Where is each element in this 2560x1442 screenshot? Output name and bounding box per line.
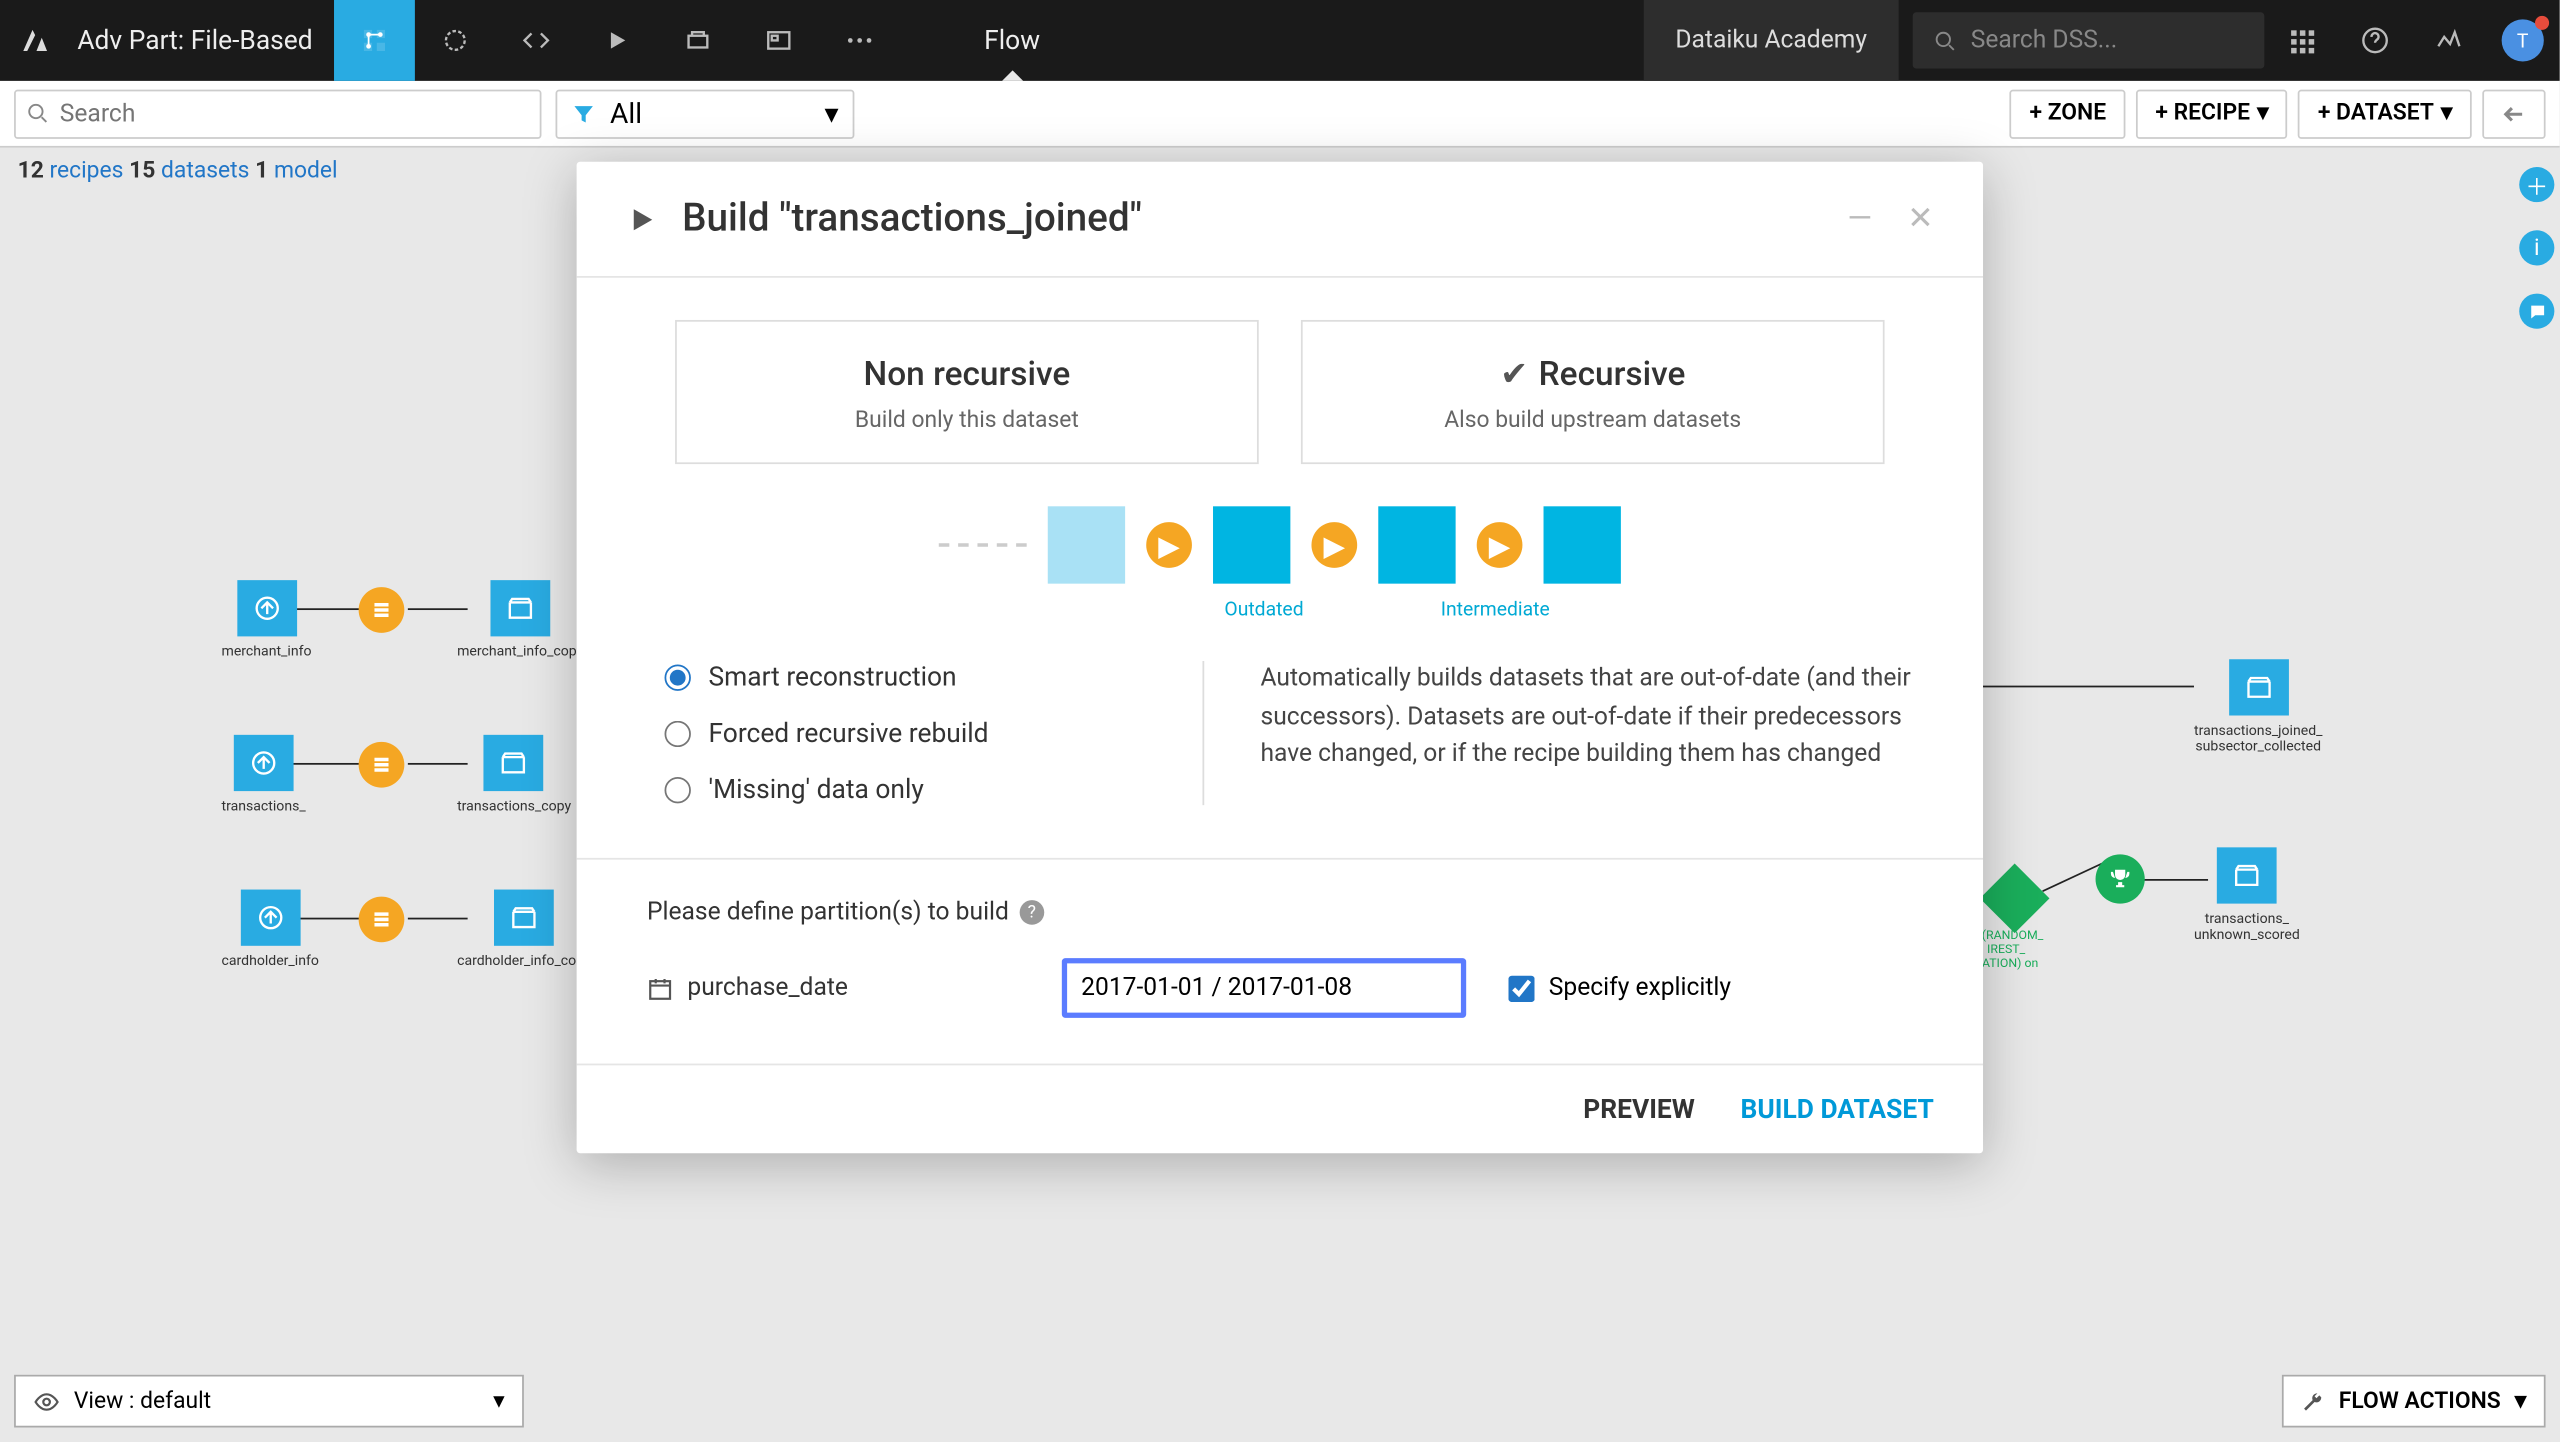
flow-actions-button[interactable]: FLOW ACTIONS ▾	[2283, 1375, 2546, 1428]
academy-button[interactable]: Dataiku Academy	[1644, 0, 1899, 81]
recipe-node[interactable]	[359, 742, 405, 788]
model-node[interactable]	[1980, 864, 2050, 934]
flow-toolbar: All ▾ + ZONE + RECIPE▾ + DATASET▾	[0, 81, 2560, 148]
mode-recursive[interactable]: ✔Recursive Also build upstream datasets	[1301, 320, 1885, 464]
close-icon[interactable]: ✕	[1907, 200, 1934, 237]
activity-icon[interactable]	[2412, 0, 2486, 81]
dataset-node[interactable]: transactions_joined_ subsector_collected	[2194, 659, 2322, 754]
chevron-down-icon: ▾	[2515, 1388, 2526, 1414]
wrench-icon	[2302, 1390, 2325, 1413]
dataset-node[interactable]: transactions_ unknown_scored	[2194, 847, 2300, 942]
app-logo[interactable]	[0, 25, 70, 57]
add-dataset-button[interactable]: + DATASET▾	[2298, 89, 2471, 138]
flow-search[interactable]	[14, 89, 541, 138]
radio-forced-rebuild[interactable]: Forced recursive rebuild	[665, 717, 1140, 749]
filter-label: All	[610, 97, 642, 130]
flow-search-input[interactable]	[60, 99, 529, 127]
specify-explicitly-checkbox[interactable]: Specify explicitly	[1508, 974, 1731, 1002]
dataset-node[interactable]: cardholder_info_copy	[457, 890, 591, 969]
view-select[interactable]: View : default ▾	[14, 1375, 524, 1428]
modal-title: Build "transactions_joined"	[682, 197, 1142, 241]
search-placeholder: Search DSS...	[1971, 26, 2118, 54]
build-dataset-button[interactable]: BUILD DATASET	[1741, 1093, 1934, 1125]
info-icon[interactable]: i	[2519, 230, 2554, 265]
build-modal: Build "transactions_joined" — ✕ Non recu…	[577, 162, 1983, 1154]
chat-icon[interactable]	[2519, 294, 2554, 329]
nav-flow-icon[interactable]	[334, 0, 415, 81]
project-name[interactable]: Adv Part: File-Based	[70, 25, 333, 57]
nav-stack-icon[interactable]	[657, 0, 738, 81]
add-recipe-button[interactable]: + RECIPE▾	[2136, 89, 2288, 138]
add-icon[interactable]: ＋	[2519, 167, 2554, 202]
filter-icon	[571, 101, 596, 126]
nav-dashboard-icon[interactable]	[738, 0, 819, 81]
nav-icon[interactable]	[415, 0, 496, 81]
chevron-down-icon: ▾	[824, 97, 838, 130]
nav-more-icon[interactable]	[819, 0, 900, 81]
play-icon	[626, 203, 658, 235]
partition-title: Please define partition(s) to build	[647, 898, 1009, 926]
global-search[interactable]: Search DSS...	[1913, 12, 2265, 68]
calendar-icon	[647, 975, 673, 1001]
top-nav-bar: Adv Part: File-Based Flow Dataiku Academ…	[0, 0, 2560, 81]
mode-non-recursive[interactable]: Non recursive Build only this dataset	[675, 320, 1259, 464]
chevron-down-icon: ▾	[493, 1388, 504, 1414]
help-icon[interactable]	[2338, 0, 2412, 81]
partition-value-input[interactable]	[1062, 958, 1466, 1018]
play-icon: ▶	[1146, 522, 1192, 568]
collapse-panel-button[interactable]	[2482, 89, 2545, 138]
recipe-node[interactable]	[359, 587, 405, 633]
right-side-toolbar: ＋ i	[2519, 167, 2554, 329]
apps-grid-icon[interactable]	[2264, 0, 2338, 81]
user-avatar[interactable]: T	[2486, 0, 2560, 81]
modal-header: Build "transactions_joined" — ✕	[577, 162, 1983, 278]
partition-dimension: purchase_date	[647, 974, 1034, 1002]
flow-filter-select[interactable]: All ▾	[556, 89, 855, 138]
build-diagram: ▶ ▶ ▶	[647, 506, 1913, 583]
search-icon	[26, 102, 49, 125]
models-link[interactable]: model	[274, 158, 338, 184]
add-zone-button[interactable]: + ZONE	[2010, 89, 2125, 138]
dataset-node[interactable]: transactions_	[222, 735, 306, 814]
preview-button[interactable]: PREVIEW	[1583, 1093, 1695, 1125]
dataset-node[interactable]: cardholder_info	[222, 890, 319, 969]
radio-missing-only[interactable]: 'Missing' data only	[665, 774, 1140, 806]
option-description: Automatically builds datasets that are o…	[1202, 661, 1912, 805]
modal-footer: PREVIEW BUILD DATASET	[577, 1064, 1983, 1154]
eye-icon	[33, 1388, 59, 1414]
play-icon: ▶	[1477, 522, 1523, 568]
dataset-node[interactable]: merchant_info	[222, 580, 312, 659]
trophy-node[interactable]	[2096, 854, 2145, 903]
check-icon: ✔	[1500, 353, 1528, 393]
diagram-labels: Outdated Intermediate	[647, 598, 1913, 621]
minimize-icon[interactable]: —	[1847, 200, 1872, 237]
flow-tab-label[interactable]: Flow	[970, 0, 1054, 81]
dataset-node[interactable]: merchant_info_copy	[457, 580, 583, 659]
dataset-node[interactable]: transactions_copy	[457, 735, 571, 814]
nav-code-icon[interactable]	[495, 0, 576, 81]
chevron-down-icon: ▾	[2257, 100, 2268, 126]
recipes-link[interactable]: recipes	[49, 158, 123, 184]
help-icon[interactable]: ?	[1019, 900, 1044, 925]
radio-smart-reconstruction[interactable]: Smart reconstruction	[665, 661, 1140, 693]
nav-play-icon[interactable]	[576, 0, 657, 81]
search-icon	[1934, 29, 1957, 52]
partition-section: Please define partition(s) to build ? pu…	[577, 858, 1983, 1064]
datasets-link[interactable]: datasets	[161, 158, 249, 184]
play-icon: ▶	[1311, 522, 1357, 568]
chevron-down-icon: ▾	[2441, 100, 2452, 126]
recipe-node[interactable]	[359, 897, 405, 943]
bottom-bar: View : default ▾ FLOW ACTIONS ▾	[14, 1375, 2546, 1428]
